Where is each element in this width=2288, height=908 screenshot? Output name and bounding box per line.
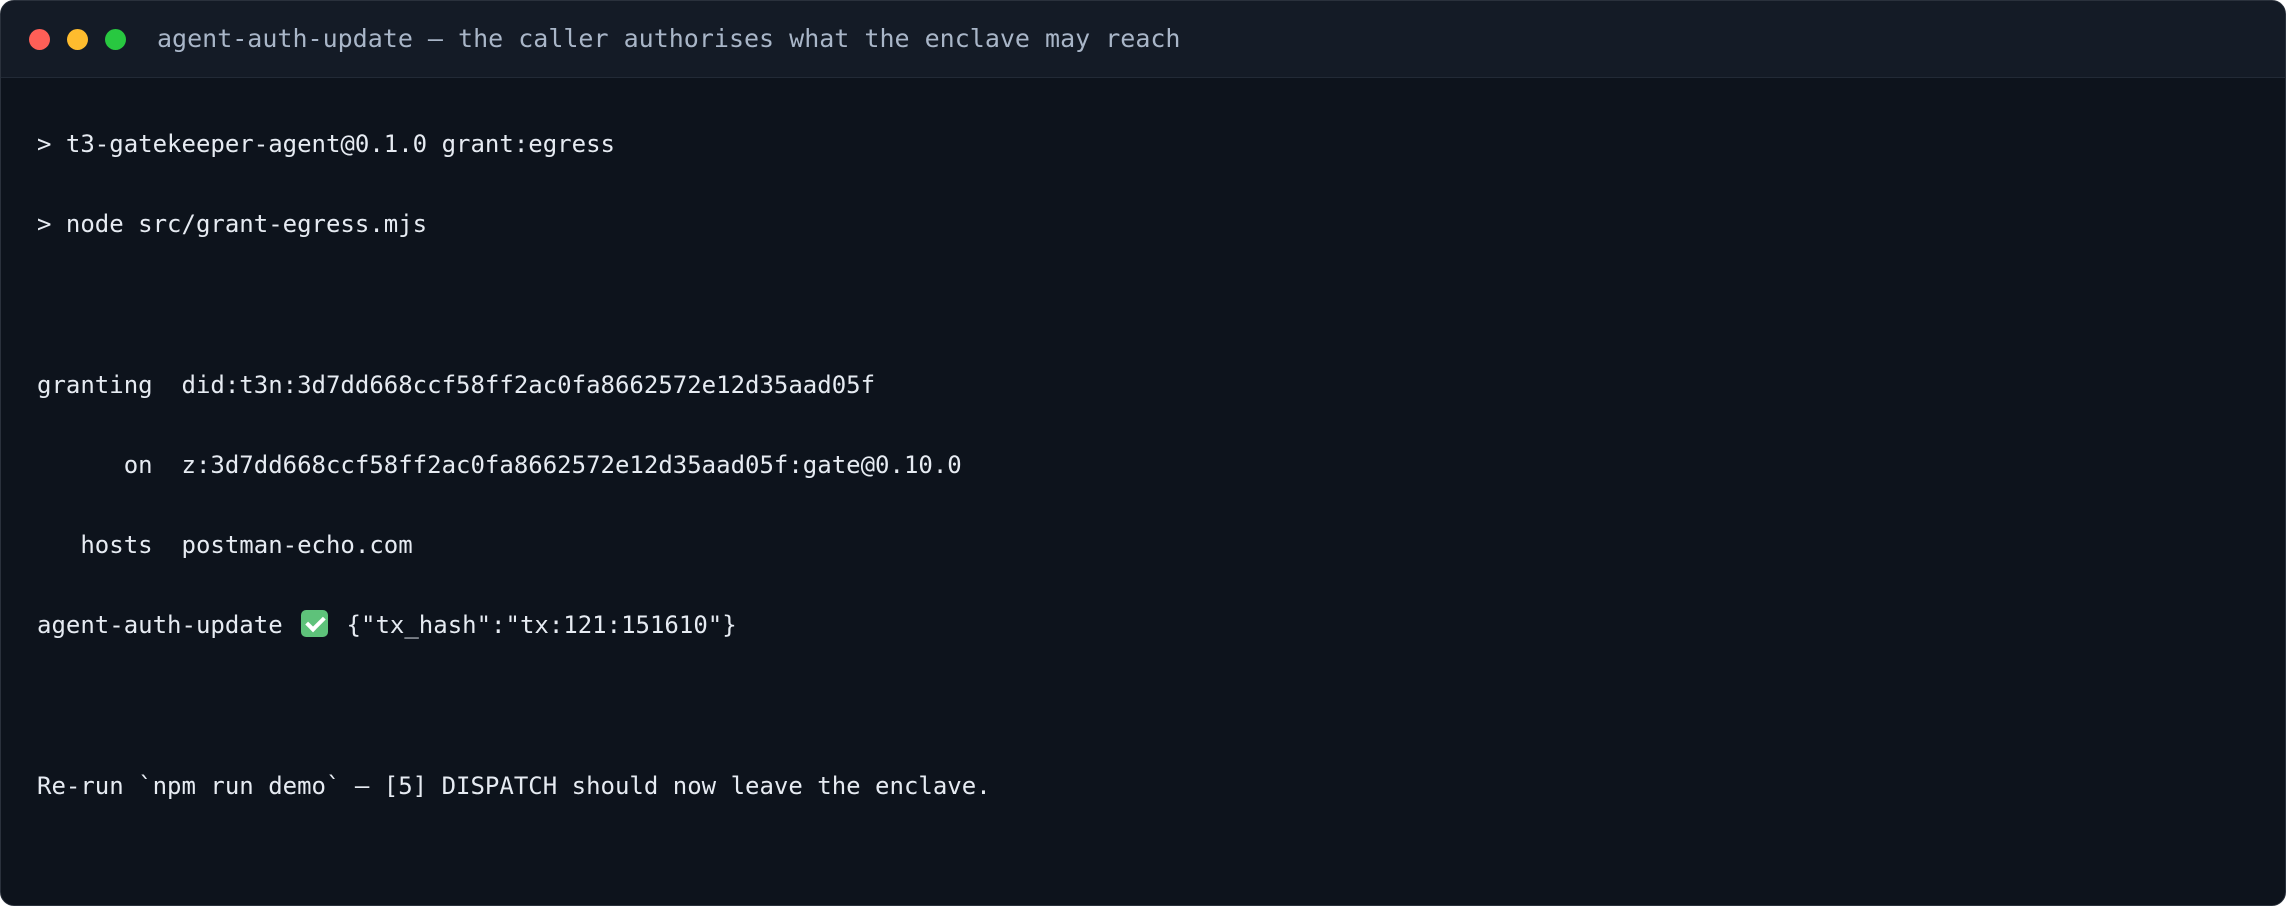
output-line-rerun-hint: Re-run `npm run demo` — [5] DISPATCH sho… [37,772,991,800]
result-payload: {"tx_hash":"tx:121:151610"} [346,611,737,639]
output-line-on: on z:3d7dd668ccf58ff2ac0fa8662572e12d35a… [37,451,962,479]
maximize-window-button[interactable] [105,29,126,50]
close-window-button[interactable] [29,29,50,50]
terminal-output[interactable]: > t3-gatekeeper-agent@0.1.0 grant:egress… [1,78,2285,905]
terminal-window: agent-auth-update — the caller authorise… [0,0,2286,906]
check-mark-icon [301,610,329,637]
output-line-hosts: hosts postman-echo.com [37,531,413,559]
window-title: agent-auth-update — the caller authorise… [157,24,1181,53]
output-line-granting: granting did:t3n:3d7dd668ccf58ff2ac0fa86… [37,371,876,399]
minimize-window-button[interactable] [67,29,88,50]
output-line-npm-script: > t3-gatekeeper-agent@0.1.0 grant:egress [37,130,615,158]
output-line-node-command: > node src/grant-egress.mjs [37,210,428,238]
result-label: agent-auth-update [37,611,283,639]
title-bar: agent-auth-update — the caller authorise… [1,1,2285,78]
output-line-result: agent-auth-update {"tx_hash":"tx:121:151… [37,609,737,641]
